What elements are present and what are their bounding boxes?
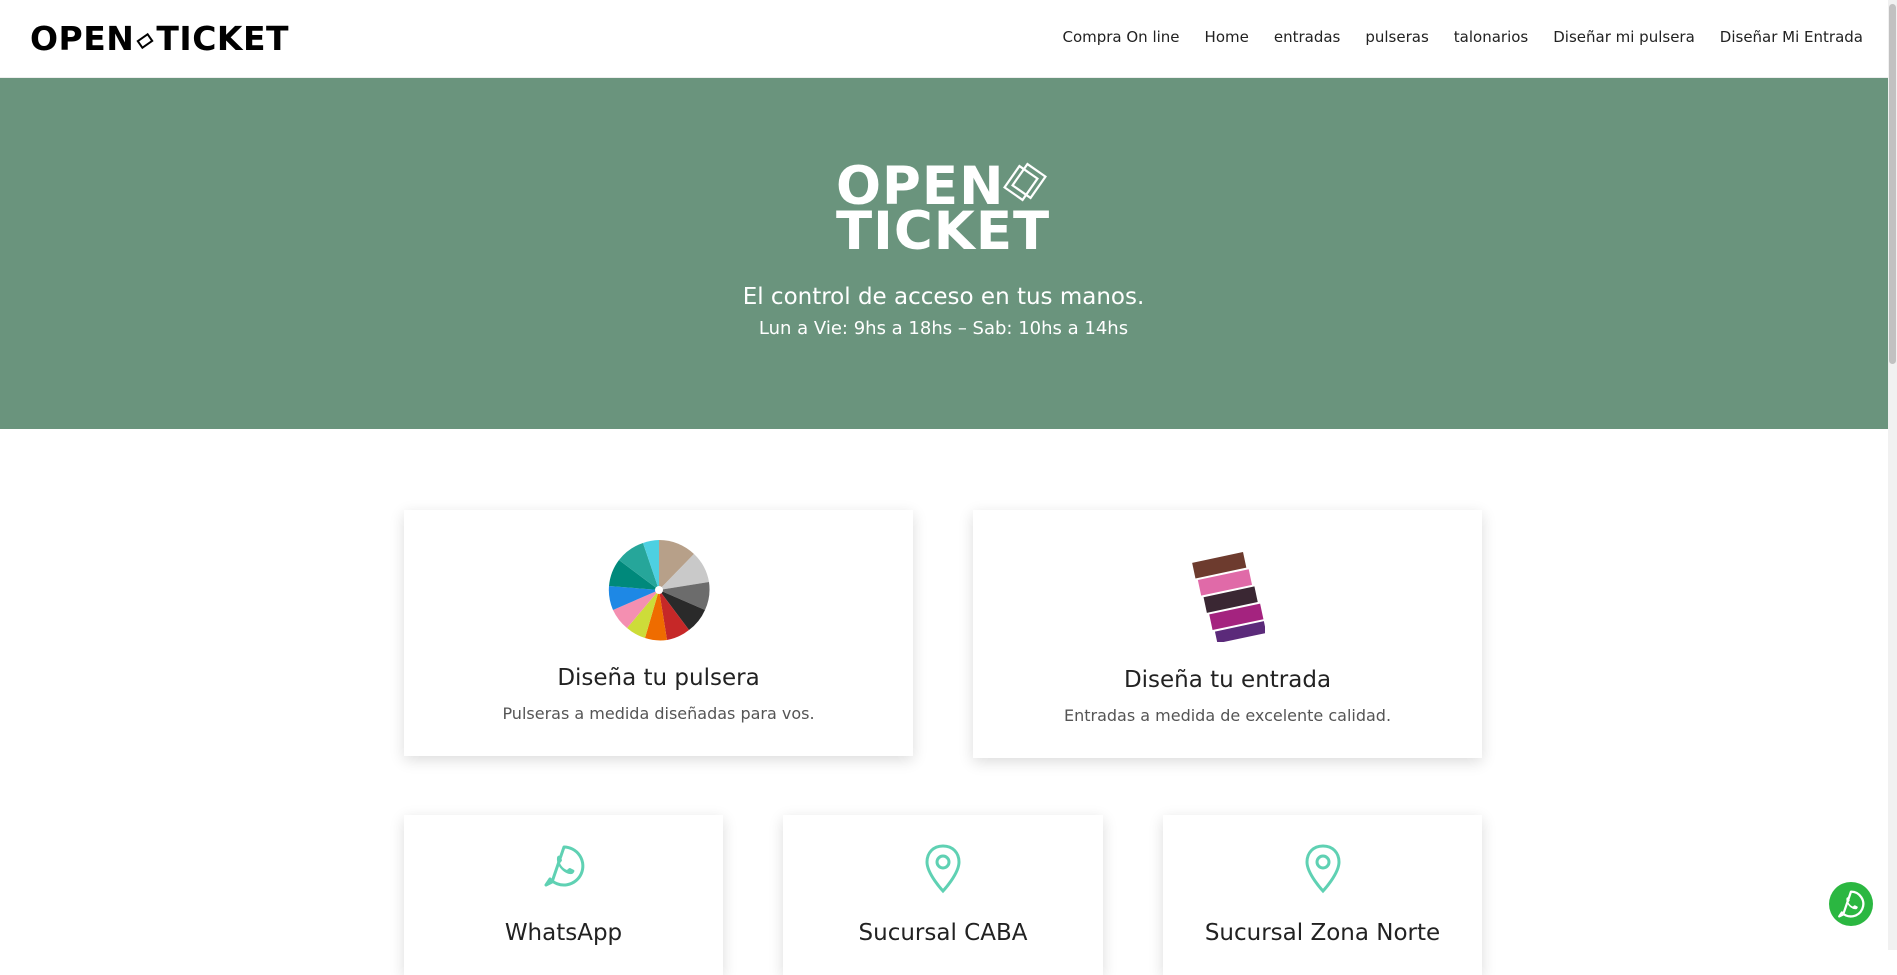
wristband-color-fan-image [608, 539, 710, 641]
nav-pulseras[interactable]: pulseras [1365, 28, 1428, 46]
hero-banner: OPEN TICKET El control de acceso en tus … [0, 78, 1897, 429]
whatsapp-float-button[interactable] [1829, 882, 1873, 926]
ticket-icon [1003, 162, 1047, 202]
card-description: Pulseras a medida diseñadas para vos. [502, 704, 815, 723]
logo-text-ticket: TICKET [156, 18, 290, 58]
hero-logo-line2: TICKET [836, 201, 1051, 262]
nav-talonarios[interactable]: talonarios [1454, 28, 1528, 46]
page-scrollbar[interactable] [1888, 0, 1897, 950]
map-pin-icon [925, 844, 961, 894]
contact-card-whatsapp[interactable]: WhatsApp [404, 815, 723, 975]
printed-tickets-image [1192, 552, 1265, 642]
site-header: OPEN TICKET Compra On line Home entradas… [0, 0, 1897, 78]
feature-card-pulsera[interactable]: Diseña tu pulsera Pulseras a medida dise… [404, 510, 913, 756]
map-pin-icon [1304, 844, 1341, 894]
card-title: Sucursal Zona Norte [1204, 920, 1441, 946]
card-title: WhatsApp [504, 920, 623, 946]
card-title: Diseña tu entrada [1123, 667, 1332, 693]
nav-compra-online[interactable]: Compra On line [1062, 28, 1179, 46]
nav-disenar-entrada[interactable]: Diseñar Mi Entrada [1720, 28, 1863, 46]
card-title: Diseña tu pulsera [557, 665, 760, 691]
nav-entradas[interactable]: entradas [1274, 28, 1341, 46]
logo-text-open: OPEN [30, 18, 135, 58]
whatsapp-icon [1838, 890, 1865, 918]
hero-logo: OPEN TICKET [836, 160, 1056, 264]
card-description: Entradas a medida de excelente calidad. [1063, 706, 1392, 725]
card-title: Sucursal CABA [858, 920, 1028, 946]
hero-hours: Lun a Vie: 9hs a 18hs – Sab: 10hs a 14hs [758, 318, 1129, 339]
whatsapp-icon [544, 845, 584, 887]
contact-card-zona-norte[interactable]: Sucursal Zona Norte [1163, 815, 1482, 975]
nav-disenar-pulsera[interactable]: Diseñar mi pulsera [1553, 28, 1695, 46]
contact-card-caba[interactable]: Sucursal CABA [783, 815, 1103, 975]
site-logo[interactable]: OPEN TICKET [30, 18, 289, 58]
ticket-icon [136, 19, 155, 58]
hero-tagline: El control de acceso en tus manos. [742, 284, 1145, 310]
scrollbar-thumb[interactable] [1889, 4, 1896, 364]
feature-card-entrada[interactable]: Diseña tu entrada Entradas a medida de e… [973, 510, 1482, 758]
nav-home[interactable]: Home [1205, 28, 1249, 46]
main-nav: Compra On line Home entradas pulseras ta… [1062, 28, 1863, 46]
